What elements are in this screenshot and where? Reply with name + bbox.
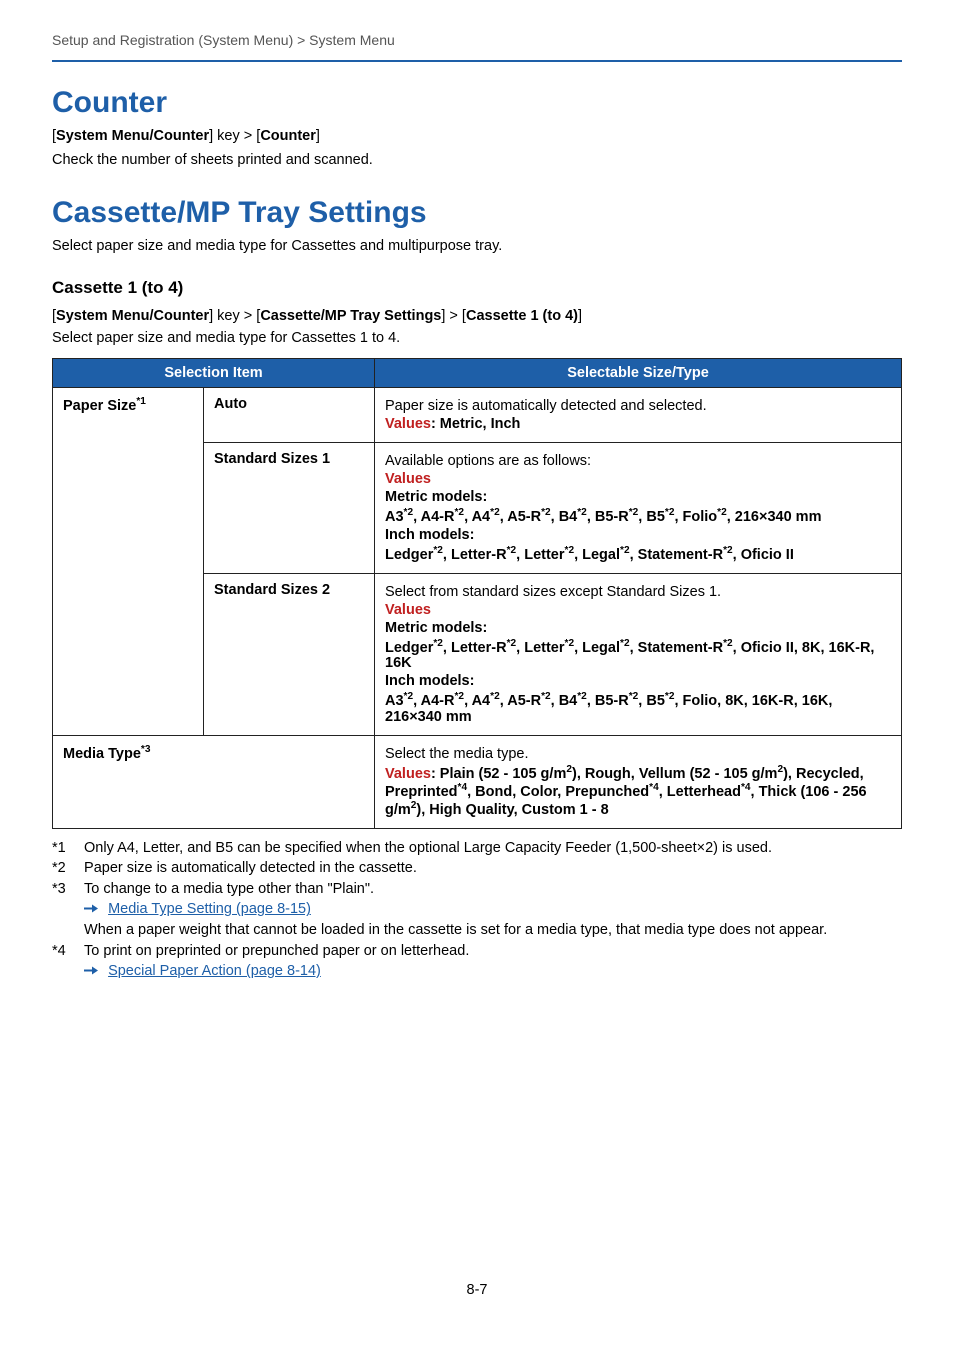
breadcrumb: Setup and Registration (System Menu) > S… [52, 32, 902, 56]
media-type-label: Media Type [63, 746, 141, 762]
footnote-body: When a paper weight that cannot be loade… [84, 921, 884, 941]
table-row: Paper Size*1 Auto Paper size is automati… [53, 388, 902, 443]
arrow-right-icon [84, 901, 98, 912]
media-type-desc: Select the media type. Values: Plain (52… [385, 746, 891, 817]
cassette1-intro2: Select paper size and media type for Cas… [52, 330, 902, 346]
footnote-body: To print on preprinted or prepunched pap… [84, 942, 884, 962]
cassette-intro: Select paper size and media type for Cas… [52, 238, 902, 254]
arrow-right-icon [84, 963, 98, 974]
th-selection-item: Selection Item [53, 359, 375, 388]
footnote-body: Paper size is automatically detected in … [84, 859, 884, 879]
footnote-label: *2 [52, 859, 80, 879]
footnote-label: *3 [52, 880, 80, 900]
cassette-heading: Cassette/MP Tray Settings [52, 196, 902, 230]
footnote-body: Only A4, Letter, and B5 can be specified… [84, 839, 884, 859]
auto-label: Auto [214, 396, 247, 412]
std-sizes1-label: Standard Sizes 1 [214, 451, 330, 467]
cassette1-path: [System Menu/Counter] key > [Cassette/MP… [52, 308, 902, 324]
std-sizes1-desc: Available options are as follows: Values… [385, 453, 891, 563]
th-selectable: Selectable Size/Type [375, 359, 902, 388]
std-sizes2-label: Standard Sizes 2 [214, 582, 330, 598]
header-divider [52, 60, 902, 62]
counter-path: [System Menu/Counter] key > [Counter] [52, 128, 902, 144]
footnote-label: *1 [52, 839, 80, 859]
table-row: Media Type*3 Select the media type. Valu… [53, 736, 902, 828]
counter-heading: Counter [52, 86, 902, 120]
std-sizes2-desc: Select from standard sizes except Standa… [385, 584, 891, 726]
settings-table: Selection Item Selectable Size/Type Pape… [52, 358, 902, 829]
footnote-label: *4 [52, 942, 80, 962]
media-type-setting-link[interactable]: Media Type Setting (page 8-15) [108, 901, 311, 917]
cassette1-subheading: Cassette 1 (to 4) [52, 278, 902, 298]
counter-body: Check the number of sheets printed and s… [52, 152, 902, 168]
paper-size-label: Paper Size [63, 398, 136, 414]
auto-desc: Paper size is automatically detected and… [385, 398, 891, 432]
footnote-body: To change to a media type other than "Pl… [84, 880, 884, 900]
page-number: 8-7 [52, 1282, 902, 1298]
special-paper-action-link[interactable]: Special Paper Action (page 8-14) [108, 963, 321, 979]
footnotes: *1 Only A4, Letter, and B5 can be specif… [52, 839, 902, 982]
